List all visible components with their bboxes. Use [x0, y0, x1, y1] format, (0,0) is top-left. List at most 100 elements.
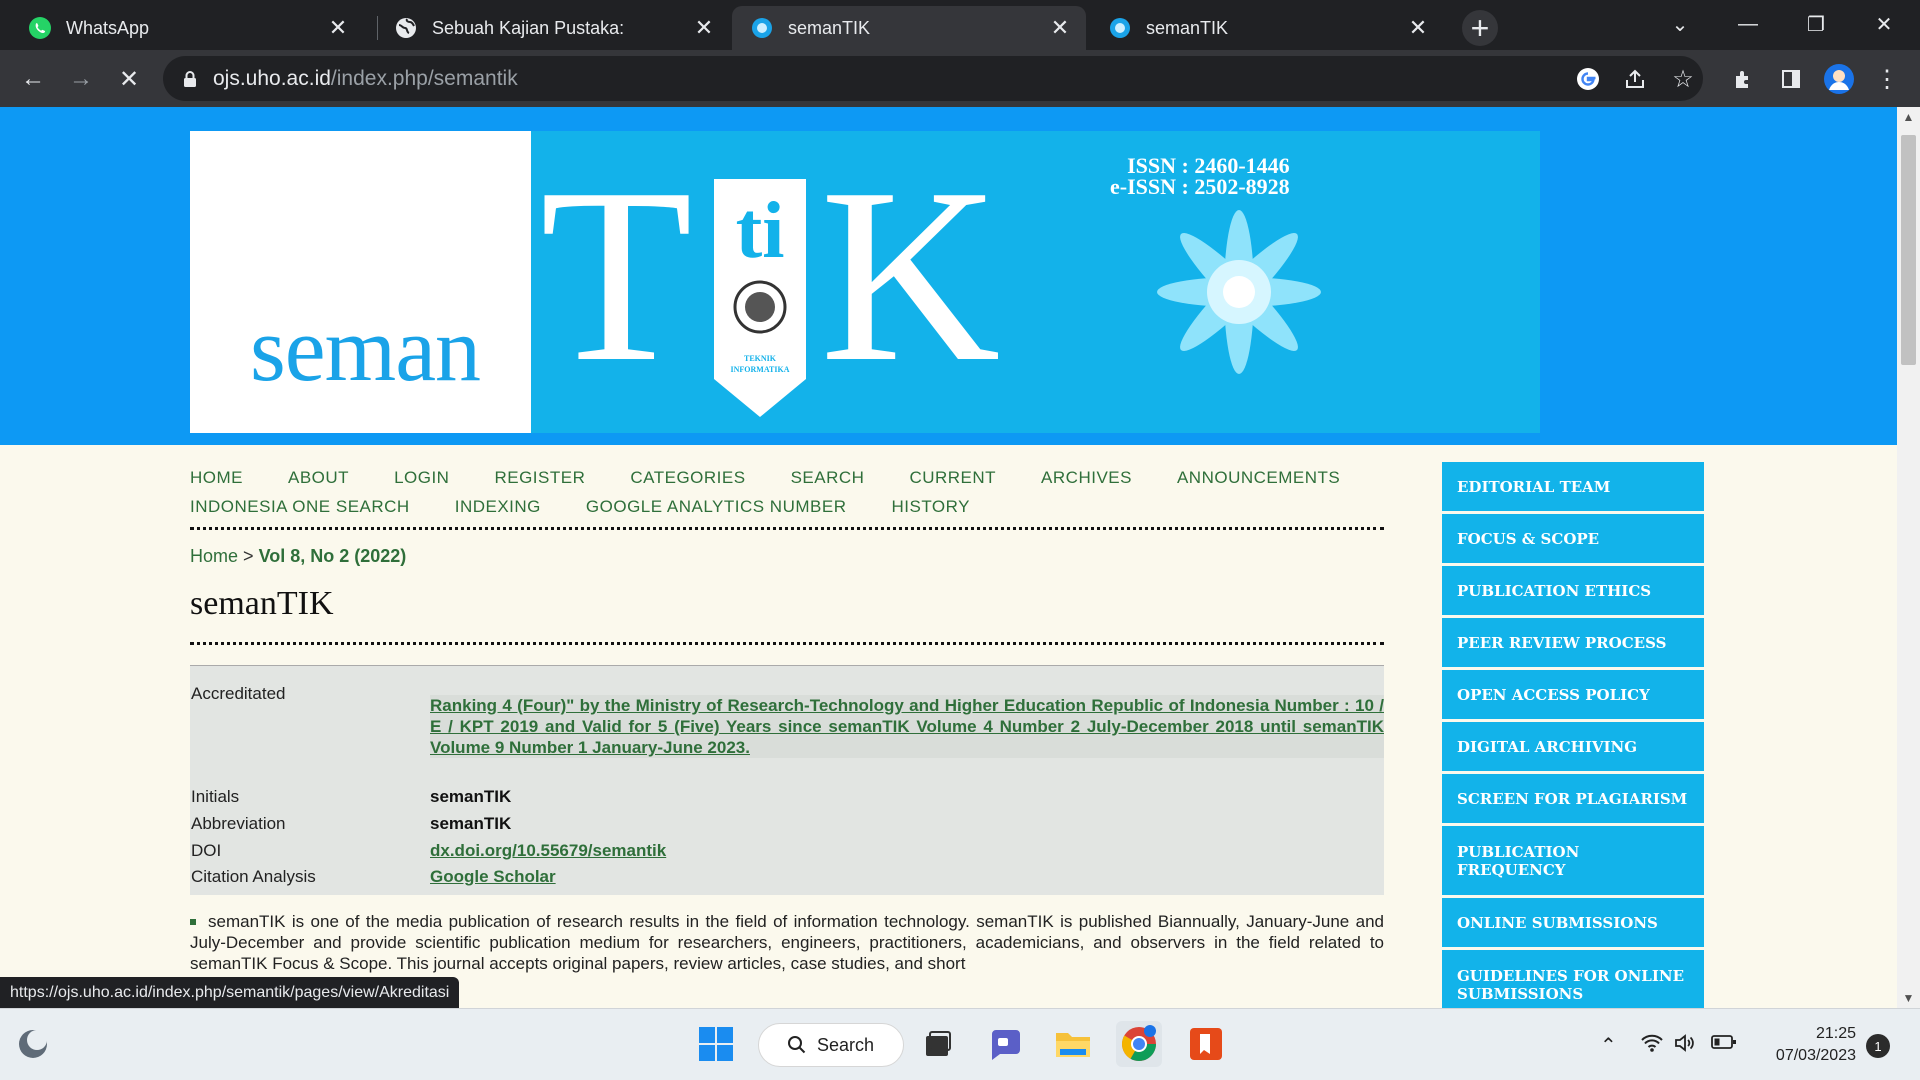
informatics-pennant-logo: ti TEKNIK INFORMATIKA: [714, 179, 806, 417]
breadcrumb-current[interactable]: Vol 8, No 2 (2022): [259, 546, 407, 566]
new-tab-button[interactable]: +: [1462, 10, 1498, 46]
close-icon[interactable]: ✕: [692, 15, 716, 40]
tab-strip: WhatsApp ✕ Sebuah Kajian Pustaka: ✕ sema…: [0, 0, 1920, 50]
banner-letter-k: K: [820, 137, 1001, 414]
profile-avatar[interactable]: [1820, 60, 1858, 98]
back-arrow-icon[interactable]: ←: [14, 60, 52, 98]
status-bar-url: https://ojs.uho.ac.id/index.php/semantik…: [0, 977, 460, 1008]
weather-widget-icon[interactable]: [10, 1021, 56, 1067]
bookmark-star-icon[interactable]: ☆: [1664, 60, 1702, 98]
nav-login[interactable]: LOGIN: [394, 468, 449, 488]
journal-banner[interactable]: seman T ti TEKNIK INFORMATIKA K ISSN : 2…: [190, 131, 1540, 433]
close-icon[interactable]: ✕: [326, 15, 350, 40]
forward-arrow-icon[interactable]: →: [62, 60, 100, 98]
restore-button[interactable]: ❐: [1788, 6, 1844, 42]
tab-whatsapp[interactable]: WhatsApp ✕: [10, 6, 364, 50]
minimize-button[interactable]: —: [1720, 6, 1776, 42]
scroll-up-arrow-icon[interactable]: ▲: [1897, 107, 1920, 127]
sidebar-menu: EDITORIAL TEAM FOCUS & SCOPE PUBLICATION…: [1442, 462, 1704, 1008]
sidebar-online-submissions[interactable]: ONLINE SUBMISSIONS: [1442, 898, 1704, 947]
star-logo-icon: [1157, 210, 1321, 374]
abbreviation-label: Abbreviation: [191, 814, 286, 833]
sidebar-peer-review-process[interactable]: PEER REVIEW PROCESS: [1442, 618, 1704, 667]
tab-kajian-pustaka[interactable]: Sebuah Kajian Pustaka: ✕: [376, 6, 730, 50]
nav-history[interactable]: HISTORY: [891, 497, 969, 517]
tab-title: semanTIK: [788, 17, 871, 38]
nav-about[interactable]: ABOUT: [288, 468, 349, 488]
issn-print: ISSN : 2460-1446: [1127, 153, 1290, 178]
tray-overflow-chevron-icon[interactable]: ⌃: [1600, 1033, 1617, 1058]
menu-kebab-icon[interactable]: ⋮: [1868, 60, 1906, 98]
accreditation-link[interactable]: Ranking 4 (Four)" by the Ministry of Res…: [430, 695, 1384, 758]
nav-search[interactable]: SEARCH: [791, 468, 865, 488]
taskbar-search-box[interactable]: Search: [758, 1023, 904, 1067]
tab-semantik[interactable]: semanTIK ✕: [1090, 6, 1444, 50]
issn-online: e-ISSN : 2502-8928: [1110, 174, 1290, 199]
sidebar-editorial-team[interactable]: EDITORIAL TEAM: [1442, 462, 1704, 511]
doi-link[interactable]: dx.doi.org/10.55679/semantik: [430, 841, 666, 861]
share-icon[interactable]: [1616, 60, 1654, 98]
nav-current[interactable]: CURRENT: [909, 468, 996, 488]
breadcrumb-home[interactable]: Home: [190, 546, 238, 566]
nav-categories[interactable]: CATEGORIES: [630, 468, 745, 488]
close-icon[interactable]: ✕: [1406, 15, 1430, 40]
file-explorer-icon[interactable]: [1050, 1021, 1096, 1067]
google-icon[interactable]: [1569, 60, 1607, 98]
url-path: /index.php/semantik: [330, 66, 518, 90]
side-panel-icon[interactable]: [1772, 60, 1810, 98]
tab-semantik-active[interactable]: semanTIK ✕: [732, 6, 1086, 50]
close-icon[interactable]: ✕: [1048, 15, 1072, 40]
issn-block: ISSN : 2460-1446 e-ISSN : 2502-8928: [1110, 153, 1290, 199]
journal-info-table: Accreditated Ranking 4 (Four)" by the Mi…: [190, 665, 1384, 895]
nav-google-analytics-number[interactable]: GOOGLE ANALYTICS NUMBER: [586, 497, 847, 517]
sidebar-digital-archiving[interactable]: DIGITAL ARCHIVING: [1442, 722, 1704, 771]
whatsapp-icon: [28, 16, 52, 40]
nav-row-1: HOME ABOUT LOGIN REGISTER CATEGORIES SEA…: [190, 463, 1384, 492]
globe-icon: [394, 16, 418, 40]
extensions-icon[interactable]: [1724, 60, 1762, 98]
title-divider: [190, 642, 1384, 645]
scrollbar-thumb[interactable]: [1901, 135, 1916, 365]
description-text: semanTIK is one of the media publication…: [190, 912, 1384, 973]
notification-badge[interactable]: 1: [1866, 1034, 1890, 1058]
sidebar-focus-scope[interactable]: FOCUS & SCOPE: [1442, 514, 1704, 563]
system-clock[interactable]: 21:25 07/03/2023: [1752, 1023, 1856, 1067]
tab-search-chevron-icon[interactable]: ⌄: [1652, 6, 1708, 42]
address-bar[interactable]: ojs.uho.ac.id/index.php/semantik: [163, 56, 1703, 101]
nav-indonesia-one-search[interactable]: INDONESIA ONE SEARCH: [190, 497, 410, 517]
close-window-button[interactable]: ✕: [1856, 6, 1912, 42]
windows-start-icon[interactable]: [693, 1021, 739, 1067]
nav-archives[interactable]: ARCHIVES: [1041, 468, 1132, 488]
breadcrumb: Home > Vol 8, No 2 (2022): [190, 546, 406, 567]
sidebar-publication-frequency[interactable]: PUBLICATION FREQUENCY: [1442, 826, 1704, 895]
vertical-scrollbar[interactable]: ▲ ▼: [1897, 107, 1920, 1008]
nav-indexing[interactable]: INDEXING: [455, 497, 541, 517]
chrome-taskbar-icon[interactable]: [1116, 1021, 1162, 1067]
search-label: Search: [817, 1034, 875, 1055]
sidebar-guidelines-online-submissions[interactable]: GUIDELINES FOR ONLINE SUBMISSIONS: [1442, 950, 1704, 1008]
nav-divider: [190, 527, 1384, 530]
nav-register[interactable]: REGISTER: [494, 468, 585, 488]
accredited-label: Accreditated: [191, 684, 286, 703]
bullet-icon: [190, 919, 196, 925]
google-scholar-link[interactable]: Google Scholar: [430, 867, 556, 887]
volume-icon[interactable]: [1674, 1033, 1696, 1059]
office-app-icon[interactable]: [1183, 1021, 1229, 1067]
sidebar-open-access-policy[interactable]: OPEN ACCESS POLICY: [1442, 670, 1704, 719]
nav-announcements[interactable]: ANNOUNCEMENTS: [1177, 468, 1340, 488]
stop-loading-icon[interactable]: ✕: [110, 60, 148, 98]
scroll-down-arrow-icon[interactable]: ▼: [1897, 988, 1920, 1008]
task-view-icon[interactable]: [915, 1021, 961, 1067]
url-host: ojs.uho.ac.id: [213, 66, 331, 90]
sidebar-screen-for-plagiarism[interactable]: SCREEN FOR PLAGIARISM: [1442, 774, 1704, 823]
breadcrumb-separator: >: [243, 546, 254, 566]
semantik-favicon: [1108, 16, 1132, 40]
citation-label: Citation Analysis: [191, 867, 316, 886]
nav-home[interactable]: HOME: [190, 468, 243, 488]
lock-icon[interactable]: [179, 68, 201, 90]
teams-chat-icon[interactable]: [983, 1021, 1029, 1067]
wifi-icon[interactable]: [1640, 1033, 1664, 1059]
battery-icon[interactable]: [1711, 1033, 1737, 1057]
sidebar-publication-ethics[interactable]: PUBLICATION ETHICS: [1442, 566, 1704, 615]
main-nav: HOME ABOUT LOGIN REGISTER CATEGORIES SEA…: [190, 463, 1384, 521]
